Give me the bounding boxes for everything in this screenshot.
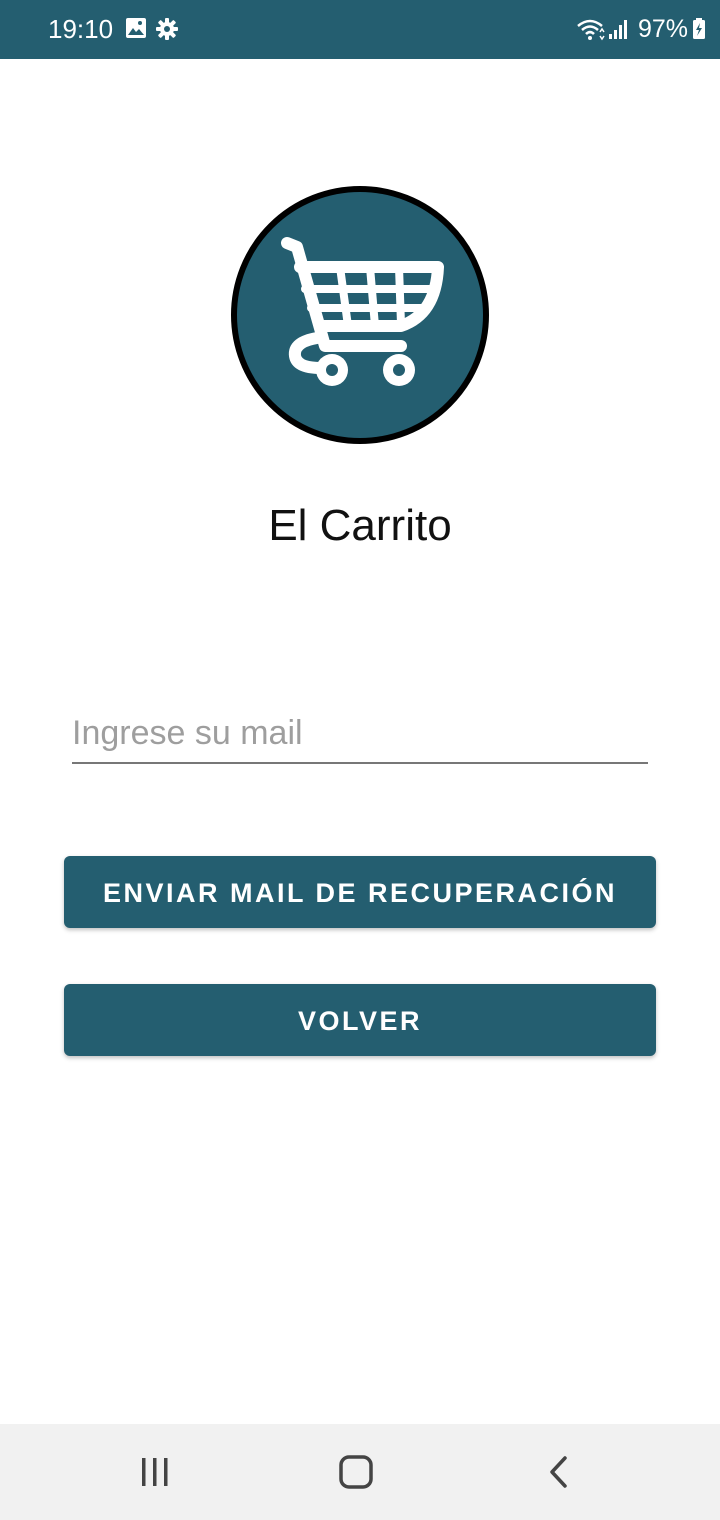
send-recovery-mail-button[interactable]: ENVIAR MAIL DE RECUPERACIÓN bbox=[64, 856, 656, 928]
email-field[interactable] bbox=[72, 704, 648, 764]
app-title: El Carrito bbox=[268, 501, 452, 550]
battery-charging-icon bbox=[693, 18, 705, 39]
status-time: 19:10 bbox=[48, 14, 114, 44]
home-icon[interactable] bbox=[330, 1446, 382, 1498]
battery-percentage: 97% bbox=[637, 15, 688, 43]
image-icon bbox=[126, 18, 146, 38]
shopping-cart-icon bbox=[231, 186, 489, 444]
recents-icon[interactable] bbox=[129, 1446, 181, 1498]
wifi-icon bbox=[577, 19, 605, 41]
gear-icon bbox=[156, 18, 178, 40]
back-button[interactable]: VOLVER bbox=[64, 984, 656, 1056]
status-bar: 19:10 97% bbox=[0, 0, 720, 59]
back-icon[interactable] bbox=[532, 1446, 584, 1498]
signal-icon bbox=[608, 20, 627, 39]
navigation-bar bbox=[0, 1424, 720, 1520]
